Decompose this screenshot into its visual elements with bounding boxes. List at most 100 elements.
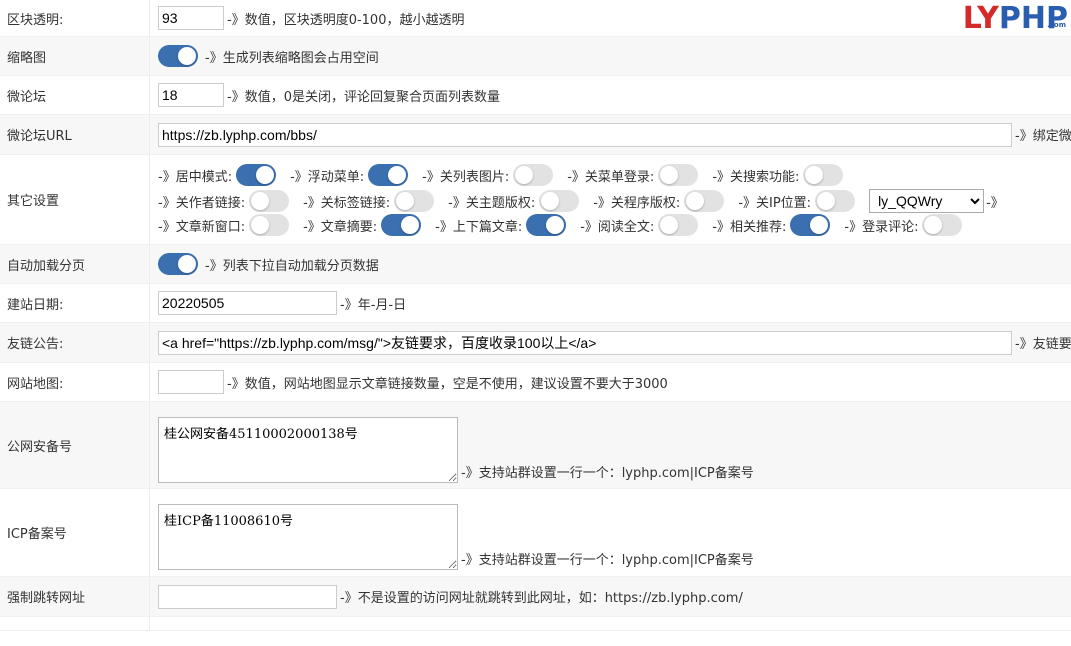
center-mode-toggle[interactable] <box>236 164 277 186</box>
toggle-knob <box>251 216 270 234</box>
new-window-toggle[interactable] <box>249 214 290 236</box>
row-sitemap: 网站地图: -》数值，网站地图显示文章链接数量，空是不使用，建议设置不要大于30… <box>0 363 1071 402</box>
opacity-input[interactable] <box>158 6 224 30</box>
close-theme-copyright-toggle[interactable] <box>539 190 580 212</box>
option-related: -》相关推荐: <box>712 214 831 236</box>
close-list-images-toggle[interactable] <box>513 164 554 186</box>
forum-url-label: 微论坛URL <box>0 115 150 154</box>
option-login-comment: -》登录评论: <box>844 214 963 236</box>
close-tag-link-toggle[interactable] <box>394 190 435 212</box>
toggle-knob <box>660 216 679 234</box>
option-ip-database: ly_QQWry -》 <box>869 189 1004 213</box>
option-close-search: -》关搜索功能: <box>712 164 844 186</box>
forum-input[interactable] <box>158 83 224 107</box>
prev-next-article-toggle[interactable] <box>526 214 567 236</box>
sitemap-hint: -》数值，网站地图显示文章链接数量，空是不使用，建议设置不要大于3000 <box>227 376 668 392</box>
row-autoload: 自动加载分页 -》列表下拉自动加载分页数据 <box>0 245 1071 284</box>
build-date-input[interactable] <box>158 291 337 315</box>
option-label: -》关作者链接: <box>158 195 246 211</box>
toggle-knob <box>810 216 829 234</box>
sitemap-input[interactable] <box>158 370 224 394</box>
related-toggle[interactable] <box>790 214 831 236</box>
redirect-hint: -》不是设置的访问网址就跳转到此网址，如：https://zb.lyphp.co… <box>340 591 743 606</box>
row-redirect: 强制跳转网址 -》不是设置的访问网址就跳转到此网址，如：https://zb.l… <box>0 577 1071 617</box>
option-close-program-copyright: -》关程序版权: <box>593 190 725 212</box>
other-options-line-3: -》文章新窗口: -》文章摘要: -》上下篇文章: -》阅读全文: -》相关推荐… <box>158 214 963 236</box>
ip-database-select[interactable]: ly_QQWry <box>869 189 985 213</box>
option-close-ip-location: -》关IP位置: <box>738 190 856 212</box>
thumbnail-hint: -》生成列表缩略图会占用空间 <box>205 50 379 66</box>
close-ip-location-toggle[interactable] <box>815 190 856 212</box>
close-menu-login-toggle[interactable] <box>658 164 699 186</box>
build-date-hint: -》年-月-日 <box>340 297 407 313</box>
police-record-textarea[interactable]: 桂公网安备45110002000138号 <box>158 417 458 483</box>
autoload-toggle[interactable] <box>158 253 198 275</box>
toggle-knob <box>388 166 407 184</box>
toggle-knob <box>251 192 270 210</box>
float-menu-toggle[interactable] <box>368 164 409 186</box>
option-label: -》浮动菜单: <box>290 169 365 185</box>
toggle-knob <box>515 166 534 184</box>
row-icp: ICP备案号 桂ICP备11008610号 -》支持站群设置一行一个：lyphp… <box>0 489 1071 577</box>
other-settings-label: 其它设置 <box>0 155 150 244</box>
row-opacity: 区块透明: -》数值，区块透明度0-100，越小越透明 <box>0 0 1071 37</box>
option-close-list-images: -》关列表图片: <box>422 164 554 186</box>
row-empty <box>0 617 1071 631</box>
opacity-hint: -》数值，区块透明度0-100，越小越透明 <box>227 12 465 28</box>
option-label: -》关标签链接: <box>303 195 391 211</box>
row-police-record: 公网安备号 桂公网安备45110002000138号 -》支持站群设置一行一个：… <box>0 402 1071 489</box>
toggle-knob <box>178 47 196 65</box>
friend-link-input[interactable] <box>158 330 1012 355</box>
row-friend-link: 友链公告: -》友链要 <box>0 323 1071 363</box>
forum-label: 微论坛 <box>0 76 150 114</box>
option-label: -》关搜索功能: <box>712 169 800 185</box>
empty-label <box>0 617 150 630</box>
ip-database-suffix: -》 <box>986 195 1004 211</box>
friend-link-hint: -》友链要 <box>1015 337 1071 352</box>
row-other-settings: 其它设置 -》居中模式: -》浮动菜单: -》关列表图片: -》关菜单登录: -… <box>0 155 1071 245</box>
option-label: -》阅读全文: <box>580 219 655 235</box>
close-program-copyright-toggle[interactable] <box>684 190 725 212</box>
sitemap-label: 网站地图: <box>0 363 150 401</box>
toggle-knob <box>924 216 943 234</box>
toggle-knob <box>178 255 196 273</box>
forum-url-hint: -》绑定微 <box>1015 129 1071 144</box>
thumbnail-toggle[interactable] <box>158 45 198 67</box>
article-summary-toggle[interactable] <box>381 214 422 236</box>
option-label: -》关程序版权: <box>593 195 681 211</box>
build-date-label: 建站日期: <box>0 284 150 322</box>
close-search-toggle[interactable] <box>803 164 844 186</box>
police-record-label: 公网安备号 <box>0 402 150 488</box>
login-comment-toggle[interactable] <box>922 214 963 236</box>
forum-url-input[interactable] <box>158 122 1012 147</box>
option-read-full: -》阅读全文: <box>580 214 699 236</box>
opacity-label: 区块透明: <box>0 0 150 36</box>
option-label: -》上下篇文章: <box>435 219 523 235</box>
autoload-label: 自动加载分页 <box>0 245 150 283</box>
row-forum-url: 微论坛URL -》绑定微 <box>0 115 1071 155</box>
option-new-window: -》文章新窗口: <box>158 214 290 236</box>
toggle-knob <box>401 216 420 234</box>
autoload-hint: -》列表下拉自动加载分页数据 <box>205 258 379 274</box>
icp-hint: -》支持站群设置一行一个：lyphp.com|ICP备案号 <box>461 553 754 568</box>
toggle-knob <box>817 192 836 210</box>
icp-label: ICP备案号 <box>0 489 150 576</box>
read-full-toggle[interactable] <box>658 214 699 236</box>
row-thumbnail: 缩略图 -》生成列表缩略图会占用空间 <box>0 37 1071 76</box>
option-article-summary: -》文章摘要: <box>303 214 422 236</box>
toggle-knob <box>396 192 415 210</box>
option-close-tag-link: -》关标签链接: <box>303 190 435 212</box>
option-label: -》相关推荐: <box>712 219 787 235</box>
option-label: -》关主题版权: <box>448 195 536 211</box>
toggle-knob <box>805 166 824 184</box>
option-float-menu: -》浮动菜单: <box>290 164 409 186</box>
close-author-link-toggle[interactable] <box>249 190 290 212</box>
other-options-line-1: -》居中模式: -》浮动菜单: -》关列表图片: -》关菜单登录: -》关搜索功… <box>158 164 844 186</box>
police-record-hint: -》支持站群设置一行一个：lyphp.com|ICP备案号 <box>461 466 754 481</box>
toggle-knob <box>546 216 565 234</box>
icp-textarea[interactable]: 桂ICP备11008610号 <box>158 504 458 570</box>
redirect-input[interactable] <box>158 584 337 609</box>
forum-hint: -》数值，0是关闭，评论回复聚合页面列表数量 <box>227 89 500 105</box>
option-label: -》居中模式: <box>158 169 233 185</box>
redirect-label: 强制跳转网址 <box>0 577 150 616</box>
